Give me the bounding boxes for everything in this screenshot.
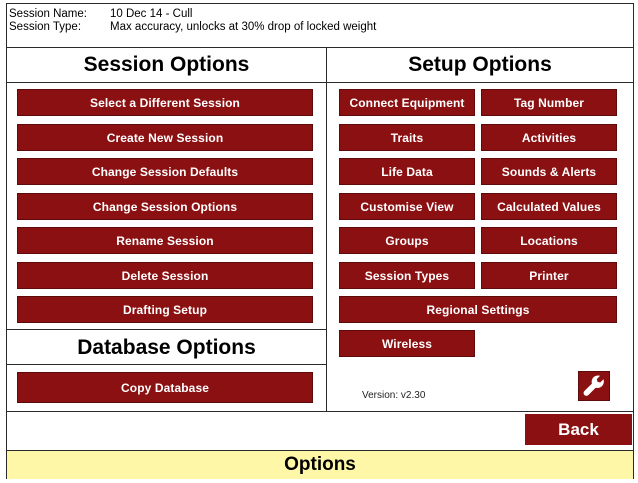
divider-database-top <box>7 329 326 330</box>
connect-equipment-button[interactable]: Connect Equipment <box>339 89 475 116</box>
wrench-icon[interactable] <box>578 371 610 401</box>
select-session-button[interactable]: Select a Different Session <box>17 89 313 116</box>
traits-button[interactable]: Traits <box>339 124 475 151</box>
session-type-value: Max accuracy, unlocks at 30% drop of loc… <box>110 21 377 33</box>
wireless-button[interactable]: Wireless <box>339 330 475 357</box>
session-info: Session Name: 10 Dec 14 - Cull Session Ty… <box>9 8 376 34</box>
printer-button[interactable]: Printer <box>481 262 617 289</box>
rename-session-button[interactable]: Rename Session <box>17 227 313 254</box>
version-label: Version: v2.30 <box>362 390 426 401</box>
divider-titles <box>7 82 633 83</box>
divider-database-bottom <box>7 364 326 365</box>
life-data-button[interactable]: Life Data <box>339 158 475 185</box>
copy-database-button[interactable]: Copy Database <box>17 372 313 403</box>
session-options-title: Session Options <box>83 53 250 76</box>
sounds-alerts-button[interactable]: Sounds & Alerts <box>481 158 617 185</box>
session-name-value: 10 Dec 14 - Cull <box>110 8 193 20</box>
back-button[interactable]: Back <box>525 414 632 445</box>
session-name-row: Session Name: 10 Dec 14 - Cull <box>9 8 376 21</box>
divider-column <box>326 47 327 411</box>
change-session-options-button[interactable]: Change Session Options <box>17 193 313 220</box>
create-session-button[interactable]: Create New Session <box>17 124 313 151</box>
setup-options-title: Setup Options <box>408 53 552 76</box>
locations-button[interactable]: Locations <box>481 227 617 254</box>
tag-number-button[interactable]: Tag Number <box>481 89 617 116</box>
drafting-setup-button[interactable]: Drafting Setup <box>17 296 313 323</box>
session-type-label: Session Type: <box>9 21 82 33</box>
session-type-row: Session Type: Max accuracy, unlocks at 30… <box>9 21 376 34</box>
regional-settings-button[interactable]: Regional Settings <box>339 296 617 323</box>
groups-button[interactable]: Groups <box>339 227 475 254</box>
divider-bottom <box>7 411 633 412</box>
change-session-defaults-button[interactable]: Change Session Defaults <box>17 158 313 185</box>
activities-button[interactable]: Activities <box>481 124 617 151</box>
session-types-button[interactable]: Session Types <box>339 262 475 289</box>
calculated-values-button[interactable]: Calculated Values <box>481 193 617 220</box>
customise-view-button[interactable]: Customise View <box>339 193 475 220</box>
footer-title: Options <box>7 450 633 479</box>
wrench-icon-glyph <box>583 375 604 396</box>
database-options-title: Database Options <box>77 336 256 359</box>
divider-header <box>7 47 633 48</box>
delete-session-button[interactable]: Delete Session <box>17 262 313 289</box>
session-name-label: Session Name: <box>9 8 87 20</box>
